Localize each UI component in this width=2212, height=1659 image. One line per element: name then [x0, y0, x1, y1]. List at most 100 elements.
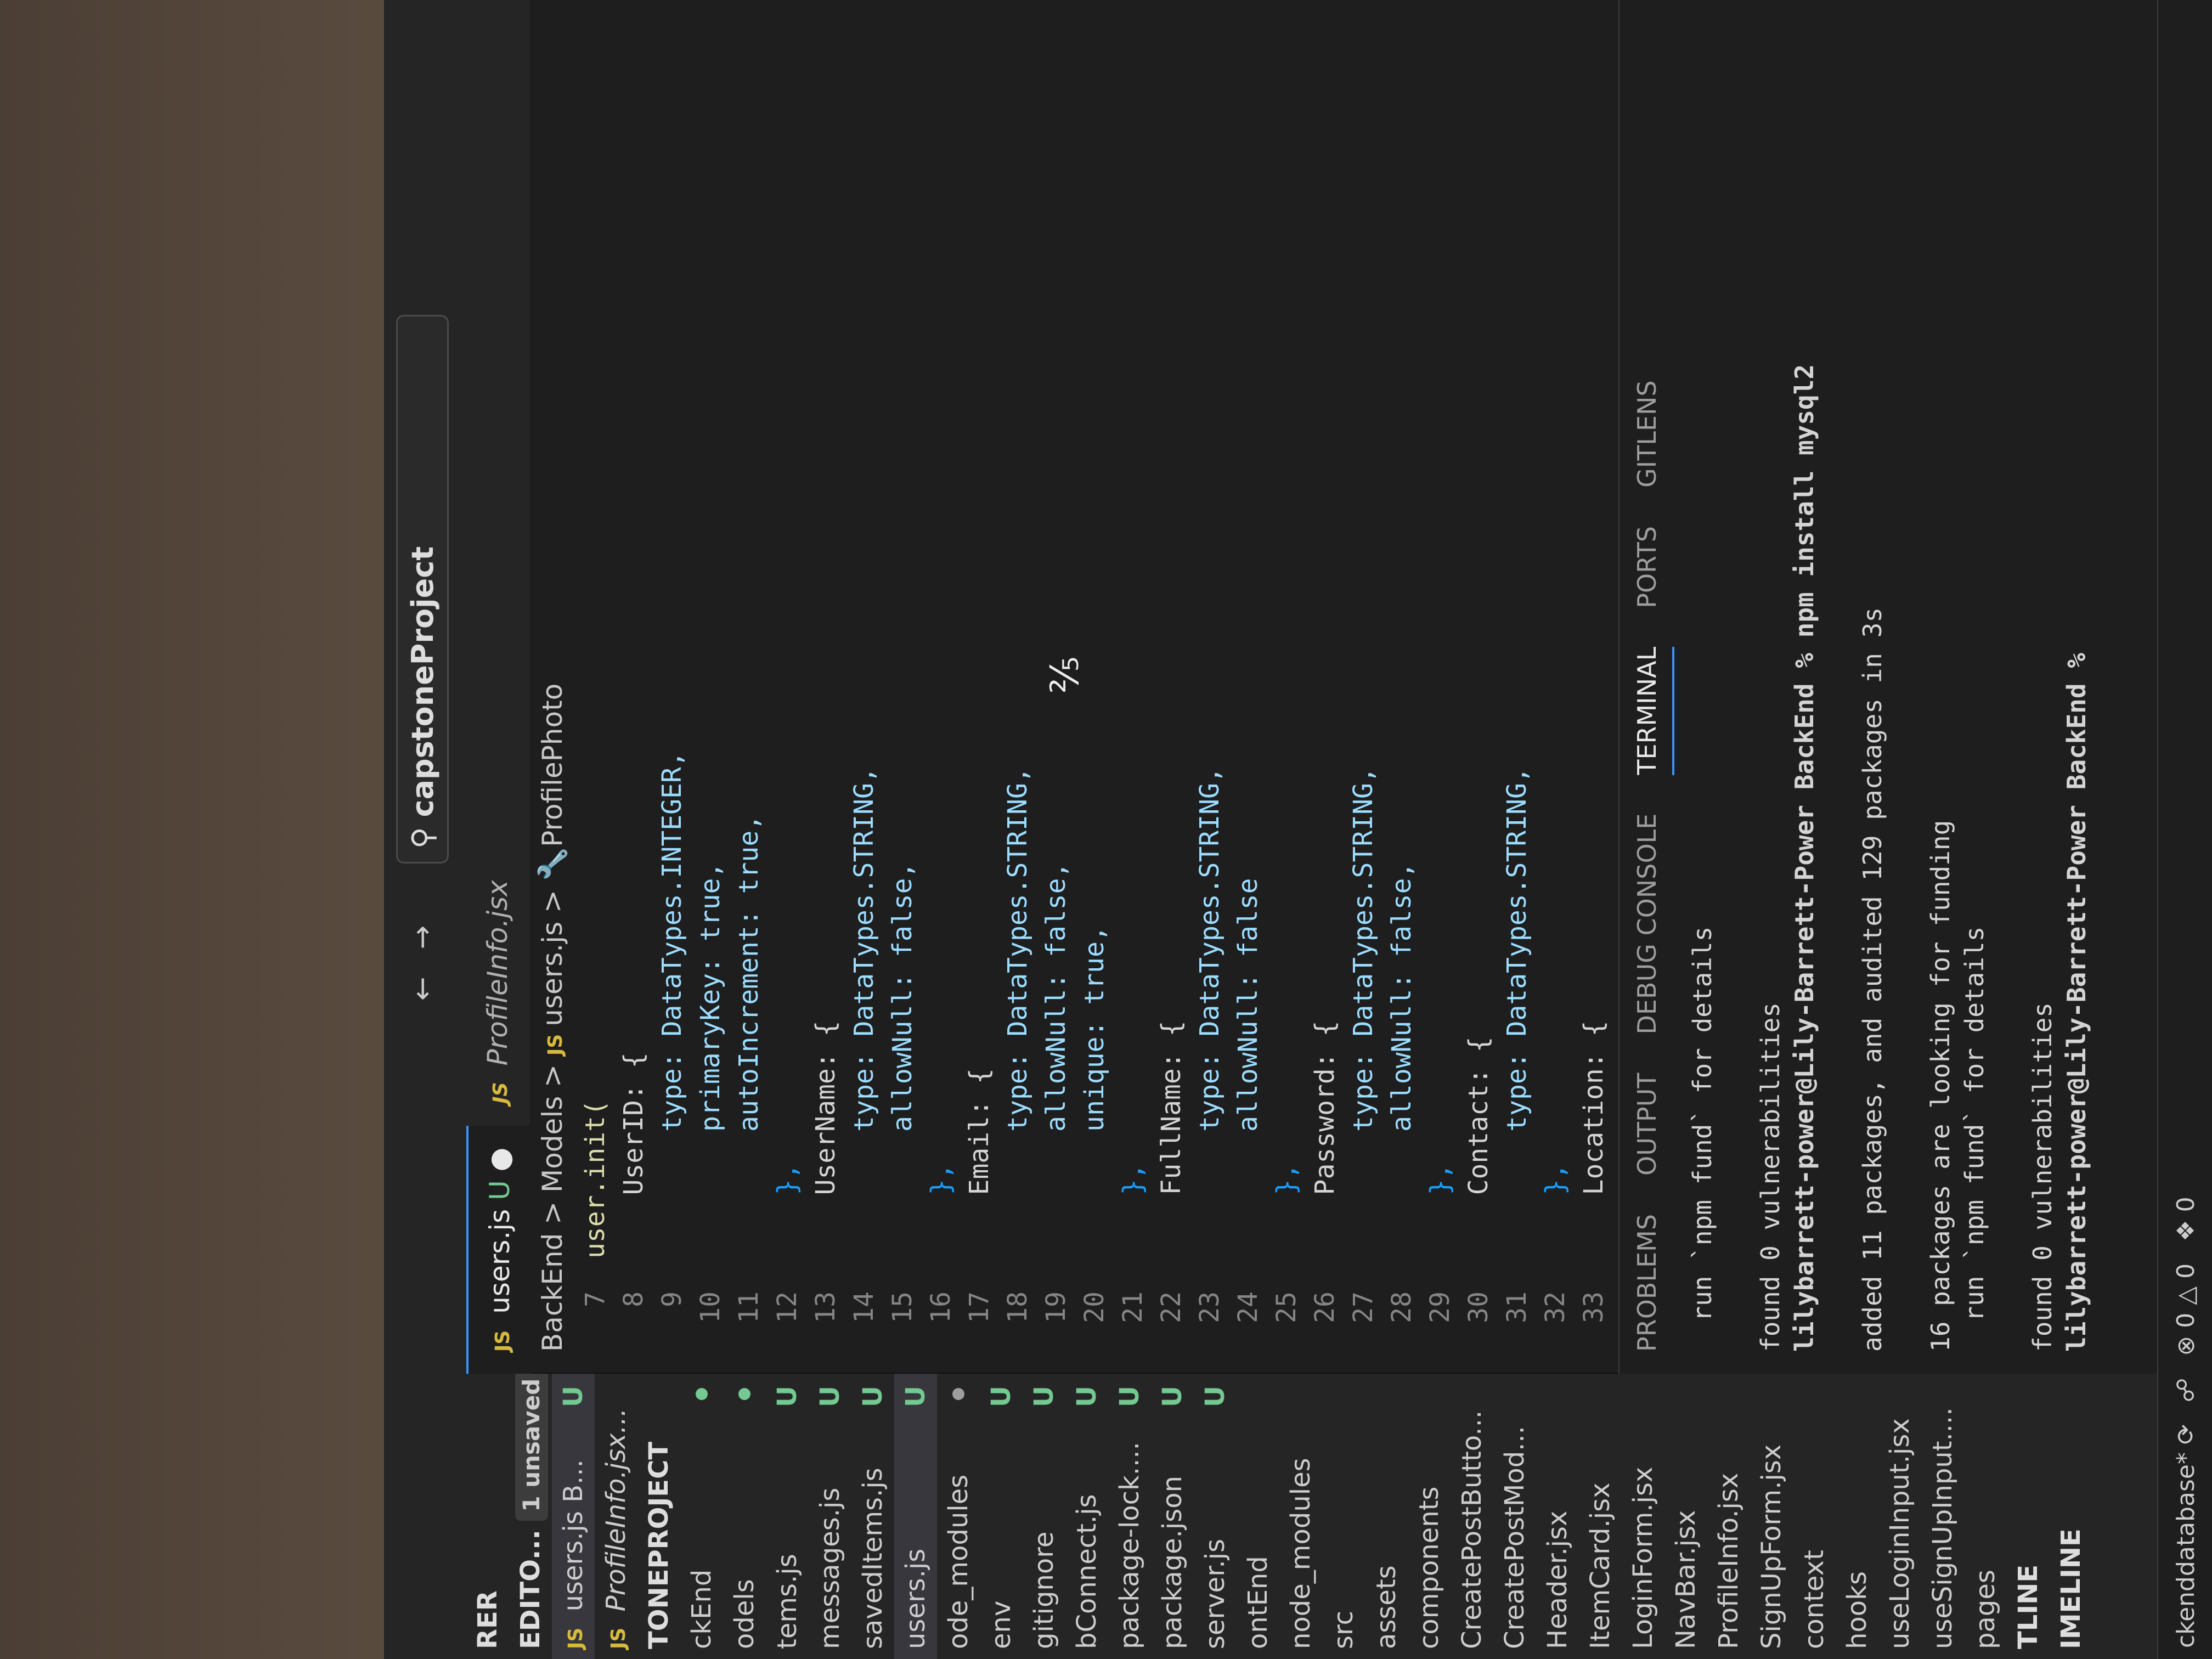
- line-number: 33: [1578, 1291, 1609, 1323]
- terminal-output[interactable]: run `npm fund` for details found 0 vulner…: [1685, 0, 2094, 1374]
- line-number: 25: [1271, 1291, 1302, 1323]
- tree-item[interactable]: SignUpForm.jsx: [1750, 1374, 1793, 1659]
- terminal-line: 16 packages are looking for funding: [1926, 820, 1955, 1352]
- tree-item[interactable]: gitignore U: [1023, 1374, 1065, 1659]
- code-text: unique: true,: [1079, 926, 1110, 1132]
- tab-debug-console[interactable]: DEBUG CONSOLE: [1620, 814, 1674, 1035]
- tree-item[interactable]: savedItems.js U: [851, 1374, 894, 1659]
- terminal-line: run `npm fund` for details: [1688, 926, 1717, 1352]
- modified-dot-icon: [952, 1388, 964, 1400]
- tree-item-label: ItemCard.jsx: [1585, 1482, 1616, 1649]
- tree-item-label: ode_modules: [943, 1474, 974, 1649]
- tree-item[interactable]: NavBar.jsx: [1664, 1374, 1707, 1659]
- tree-item[interactable]: assets: [1365, 1374, 1408, 1659]
- tree-item[interactable]: pages: [1964, 1374, 2007, 1659]
- tree-item-label: bConnect.js: [1071, 1494, 1102, 1649]
- breadcrumb-item[interactable]: BackEnd: [537, 1233, 568, 1352]
- tree-item[interactable]: Header.jsx: [1536, 1374, 1579, 1659]
- tree-item[interactable]: LoginForm.jsx: [1622, 1374, 1664, 1659]
- open-editors-header[interactable]: EDITO... 1 unsaved: [509, 1374, 552, 1659]
- ports-item[interactable]: ❖ 0: [2172, 1197, 2200, 1241]
- code-line: 12 },: [768, 0, 806, 1374]
- line-number: 12: [772, 1291, 803, 1323]
- unsaved-badge: 1 unsaved: [515, 1374, 548, 1521]
- tree-item[interactable]: CreatePostMod...: [1493, 1374, 1536, 1659]
- arrow-right-icon[interactable]: →: [406, 926, 439, 950]
- line-number: 9: [657, 1291, 687, 1307]
- breadcrumb-item[interactable]: users.js: [537, 922, 568, 1026]
- tree-item[interactable]: useSignUpInput....: [1921, 1374, 1964, 1659]
- tree-item[interactable]: package-lock.... U: [1108, 1374, 1151, 1659]
- tree-item[interactable]: CreatePostButto...: [1451, 1374, 1493, 1659]
- line-number: 13: [810, 1291, 841, 1323]
- tab-profileinfo-jsx[interactable]: JS ProfileInfo.jsx: [466, 858, 529, 1126]
- tree-item[interactable]: ItemCard.jsx: [1579, 1374, 1622, 1659]
- tree-item[interactable]: server.js U: [1194, 1374, 1237, 1659]
- tree-item[interactable]: context: [1793, 1374, 1836, 1659]
- code-line: 10 primaryKey: true,: [691, 0, 730, 1374]
- tree-item[interactable]: package.json U: [1151, 1374, 1194, 1659]
- open-editor-label: users.js B...: [558, 1459, 589, 1612]
- tree-item[interactable]: useLoginInput.jsx: [1878, 1374, 1921, 1659]
- outline-header[interactable]: TLINE: [2007, 1374, 2050, 1659]
- tree-item[interactable]: bConnect.js U: [1065, 1374, 1108, 1659]
- branch-item[interactable]: ckenddatabase* ⟳: [2172, 1424, 2200, 1648]
- open-editor-item[interactable]: JS users.js B... U: [552, 1374, 595, 1659]
- terminal-line: found 0 vulnerabilities: [1756, 1002, 1785, 1352]
- git-graph-icon[interactable]: ☍: [2172, 1378, 2200, 1403]
- tree-item[interactable]: components: [1408, 1374, 1451, 1659]
- ibeam-cursor-icon: ⅖: [1042, 656, 1087, 693]
- tree-item[interactable]: ontEnd: [1237, 1374, 1279, 1659]
- tree-item[interactable]: tems.js U: [766, 1374, 809, 1659]
- line-number: 24: [1233, 1291, 1263, 1323]
- code-text: },: [1540, 1163, 1571, 1195]
- tree-item[interactable]: ode_modules: [937, 1374, 980, 1659]
- tab-problems[interactable]: PROBLEMS: [1620, 1214, 1674, 1352]
- tree-item-label: assets: [1371, 1565, 1402, 1649]
- tab-gitlens[interactable]: GITLENS: [1620, 380, 1674, 488]
- tree-item[interactable]: env U: [980, 1374, 1023, 1659]
- tree-item[interactable]: hooks: [1836, 1374, 1878, 1659]
- tree-item[interactable]: users.js U: [894, 1374, 937, 1659]
- tree-item-label: CreatePostMod...: [1499, 1426, 1530, 1649]
- nav-arrows: ← →: [406, 926, 439, 1001]
- code-line: 15 allowNull: false,: [883, 0, 922, 1374]
- tree-item-label: NavBar.jsx: [1671, 1510, 1701, 1649]
- untracked-badge: U: [1114, 1386, 1145, 1407]
- tree-item[interactable]: ProfileInfo.jsx: [1707, 1374, 1750, 1659]
- tab-terminal[interactable]: TERMINAL: [1620, 646, 1674, 775]
- tree-item[interactable]: ckEnd: [680, 1374, 723, 1659]
- tab-label: users.js: [484, 1209, 516, 1314]
- timeline-header[interactable]: IMELINE: [2050, 1374, 2092, 1659]
- breadcrumb-item[interactable]: Models: [537, 1096, 568, 1193]
- tree-item[interactable]: node_modules: [1279, 1374, 1322, 1659]
- tree-item-label: ontEnd: [1243, 1556, 1273, 1649]
- code-line: 21 },: [1114, 0, 1152, 1374]
- code-line: 26 Password: {: [1306, 0, 1344, 1374]
- code-editor[interactable]: 7 user.init(8 UserID: {9 type: DataTypes.…: [576, 0, 1618, 1374]
- tab-ports[interactable]: PORTS: [1620, 526, 1674, 608]
- breadcrumb-item[interactable]: ProfilePhoto: [537, 684, 568, 847]
- command-center-search[interactable]: ⚲ capstoneProject: [396, 315, 449, 864]
- code-line: 31 type: DataTypes.STRING,: [1498, 0, 1536, 1374]
- unsaved-dot-icon[interactable]: ●: [484, 1148, 516, 1172]
- project-header[interactable]: TONEPROJECT: [637, 1374, 680, 1659]
- tree-item[interactable]: src: [1322, 1374, 1365, 1659]
- problems-item[interactable]: ⊗ 0 △ 0: [2172, 1263, 2200, 1356]
- arrow-left-icon[interactable]: ←: [406, 977, 439, 1001]
- code-text: },: [1425, 1163, 1455, 1195]
- open-editor-item[interactable]: JS ProfileInfo.jsx...: [595, 1374, 637, 1659]
- open-editor-label: ProfileInfo.jsx...: [601, 1408, 631, 1612]
- tree-item[interactable]: messages.js U: [809, 1374, 851, 1659]
- tree-item[interactable]: odels: [723, 1374, 766, 1659]
- tab-output[interactable]: OUTPUT: [1620, 1073, 1674, 1175]
- tree-item-label: node_modules: [1285, 1458, 1316, 1649]
- tab-users-js[interactable]: JS users.js U ●: [466, 1125, 532, 1374]
- tree-item-label: useSignUpInput....: [1927, 1407, 1958, 1649]
